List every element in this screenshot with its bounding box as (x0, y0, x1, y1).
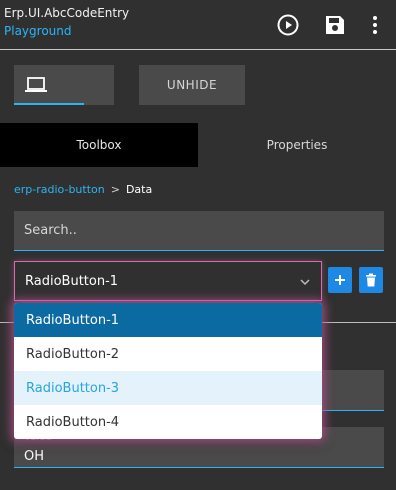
run-button[interactable] (273, 10, 303, 40)
breadcrumb-separator: > (110, 183, 120, 196)
device-underline (14, 103, 84, 105)
option-radiobutton-3[interactable]: RadioButton-3 (14, 371, 322, 405)
breadcrumb: erp-radio-button > Data (14, 183, 152, 196)
header-divider (0, 49, 396, 50)
tab-properties[interactable]: Properties (198, 123, 396, 167)
option-radiobutton-4[interactable]: RadioButton-4 (14, 405, 322, 439)
radio-button-select[interactable]: RadioButton-1 (14, 261, 322, 301)
app-subtitle-link[interactable]: Playground (4, 24, 71, 38)
option-radiobutton-1[interactable]: RadioButton-1 (14, 303, 322, 337)
app-header: Erp.UI.AbcCodeEntry Playground (0, 0, 396, 50)
delete-button[interactable] (359, 267, 383, 293)
more-menu-button[interactable] (360, 10, 390, 40)
save-icon (326, 16, 344, 34)
select-value: RadioButton-1 (25, 274, 119, 289)
search-input[interactable] (14, 211, 384, 250)
play-circle-icon (277, 14, 299, 36)
unhide-button[interactable]: UNHIDE (139, 65, 245, 105)
option-radiobutton-2[interactable]: RadioButton-2 (14, 337, 322, 371)
breadcrumb-current: Data (125, 183, 153, 196)
more-vert-icon (373, 16, 377, 34)
search-field (14, 211, 384, 251)
add-button[interactable] (328, 267, 352, 293)
trash-icon (366, 273, 376, 287)
save-button[interactable] (320, 10, 350, 40)
device-toggle-button[interactable] (14, 65, 114, 105)
chevron-down-icon (300, 279, 310, 286)
laptop-icon (25, 77, 47, 92)
value-field-value: OH (24, 449, 45, 464)
select-dropdown-list: RadioButton-1 RadioButton-2 RadioButton-… (14, 303, 322, 439)
plus-icon (335, 275, 345, 285)
breadcrumb-link[interactable]: erp-radio-button (14, 183, 105, 196)
app-title: Erp.UI.AbcCodeEntry (4, 6, 130, 20)
tab-toolbox[interactable]: Toolbox (0, 123, 198, 167)
panel-tabs: Toolbox Properties (0, 123, 396, 167)
